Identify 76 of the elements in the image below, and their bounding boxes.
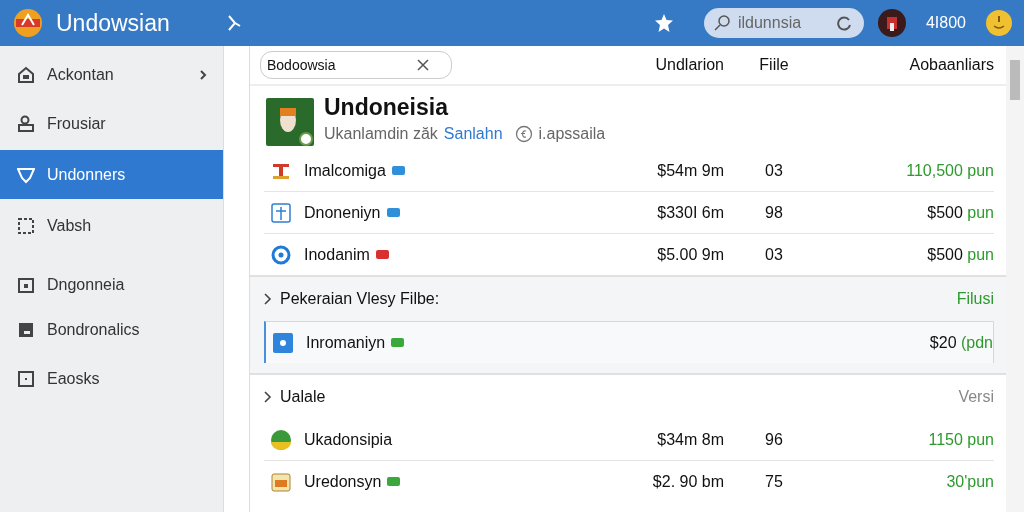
profile-note: i.apssaila: [538, 125, 606, 143]
count-cell: 98: [765, 203, 783, 221]
euro-coin-icon: [514, 125, 533, 143]
chevron-icon: [199, 69, 207, 80]
dotted-square-icon: [17, 216, 35, 235]
table-row[interactable]: Inromaniyn $20 (pdn: [264, 321, 994, 363]
calendar-icon: [17, 275, 35, 294]
profile-name: Undoneisia: [324, 94, 450, 121]
sidebar-item[interactable]: Bondronalics: [0, 307, 223, 352]
column-header[interactable]: Aobaanliars: [824, 56, 994, 74]
sidebar-item[interactable]: Vabsh: [0, 203, 223, 248]
square-icon: [17, 369, 35, 388]
count-cell: 03: [765, 161, 783, 179]
refresh-icon: [835, 15, 852, 31]
item-name: Ukadonsipia: [304, 430, 393, 449]
filter-field[interactable]: Bodoowsia: [260, 51, 452, 79]
table-row[interactable]: Ukadonsipia $34m 8m 96 1150 pun: [264, 419, 994, 461]
search-input[interactable]: ildunnsia: [735, 13, 830, 33]
chevron-icon: [264, 293, 272, 305]
total-cell: 1150 pun: [928, 430, 994, 448]
person-icon: [17, 114, 35, 133]
avatar: [877, 9, 906, 37]
profile-picture-icon: [266, 98, 314, 146]
app-title: Undowsian: [56, 9, 170, 37]
table-row[interactable]: Uredonsyn $2. 90 bm 75 30'pun: [264, 461, 994, 502]
folder-icon: [17, 320, 35, 339]
close-icon: [417, 59, 429, 71]
total-cell: $20 (pdn: [929, 333, 993, 351]
counter-text: 4I800: [925, 14, 966, 32]
column-header[interactable]: Undlarion: [459, 56, 724, 74]
price-cell: $330I 6m: [657, 203, 724, 221]
search-icon: [713, 15, 730, 31]
profile-link[interactable]: Sanlahn: [443, 125, 503, 143]
smiley-icon: [986, 10, 1012, 36]
item-name: Inodanim: [304, 245, 370, 264]
item-name: Uredonsyn: [304, 472, 382, 491]
sidebar-item[interactable]: Eaosks: [0, 356, 223, 401]
plus-icon: [270, 201, 292, 224]
section-title: Ualale: [280, 388, 326, 406]
house-icon: [17, 65, 35, 84]
table-row[interactable]: Dnoneniyn $330I 6m 98 $500 pun: [264, 192, 994, 234]
sidebar-item[interactable]: Undonners: [0, 150, 223, 199]
price-cell: $54m 9m: [657, 161, 724, 179]
tile-icon: [272, 331, 294, 354]
sidebar-item[interactable]: Frousiar: [0, 101, 223, 146]
section-label: Versi: [958, 388, 994, 406]
sidebar-item[interactable]: Ackontan: [0, 52, 223, 97]
sun-logo-icon: [12, 7, 44, 39]
table-row[interactable]: Inodanim $5.00 9m 03 $500 pun: [264, 234, 994, 275]
column-header[interactable]: Fiile: [724, 56, 824, 74]
price-cell: $34m 8m: [657, 430, 724, 448]
price-cell: $5.00 9m: [657, 245, 724, 263]
dome-icon: [270, 428, 292, 451]
total-cell: 30'pun: [946, 472, 994, 490]
section-title: Pekeraian Vlesy Filbe:: [280, 290, 440, 308]
box-icon: [270, 470, 292, 493]
item-name: Inromaniyn: [306, 333, 386, 352]
search-field[interactable]: ildunnsia: [703, 8, 864, 38]
count-cell: 03: [765, 245, 783, 263]
star-icon: [653, 13, 674, 33]
profile-subtitle: Ukanlamdin zăk: [324, 125, 438, 143]
total-cell: 110,500 pun: [906, 161, 994, 179]
item-name: Dnoneniyn: [304, 203, 381, 222]
table-row[interactable]: Imalcomiga $54m 9m 03 110,500 pun: [264, 150, 994, 192]
ring-icon: [270, 243, 292, 266]
scroll-thumb[interactable]: [1010, 60, 1020, 100]
section-label: Filusi: [956, 290, 994, 308]
price-cell: $2. 90 bm: [652, 472, 724, 490]
count-cell: 96: [765, 430, 783, 448]
total-cell: $500 pun: [927, 245, 994, 263]
chevron-icon: [264, 391, 272, 403]
shield-icon: [17, 165, 35, 184]
sidebar-item[interactable]: Dngonneia: [0, 262, 223, 307]
count-cell: 75: [765, 472, 783, 490]
item-name: Imalcomiga: [304, 161, 386, 180]
total-cell: $500 pun: [927, 203, 994, 221]
